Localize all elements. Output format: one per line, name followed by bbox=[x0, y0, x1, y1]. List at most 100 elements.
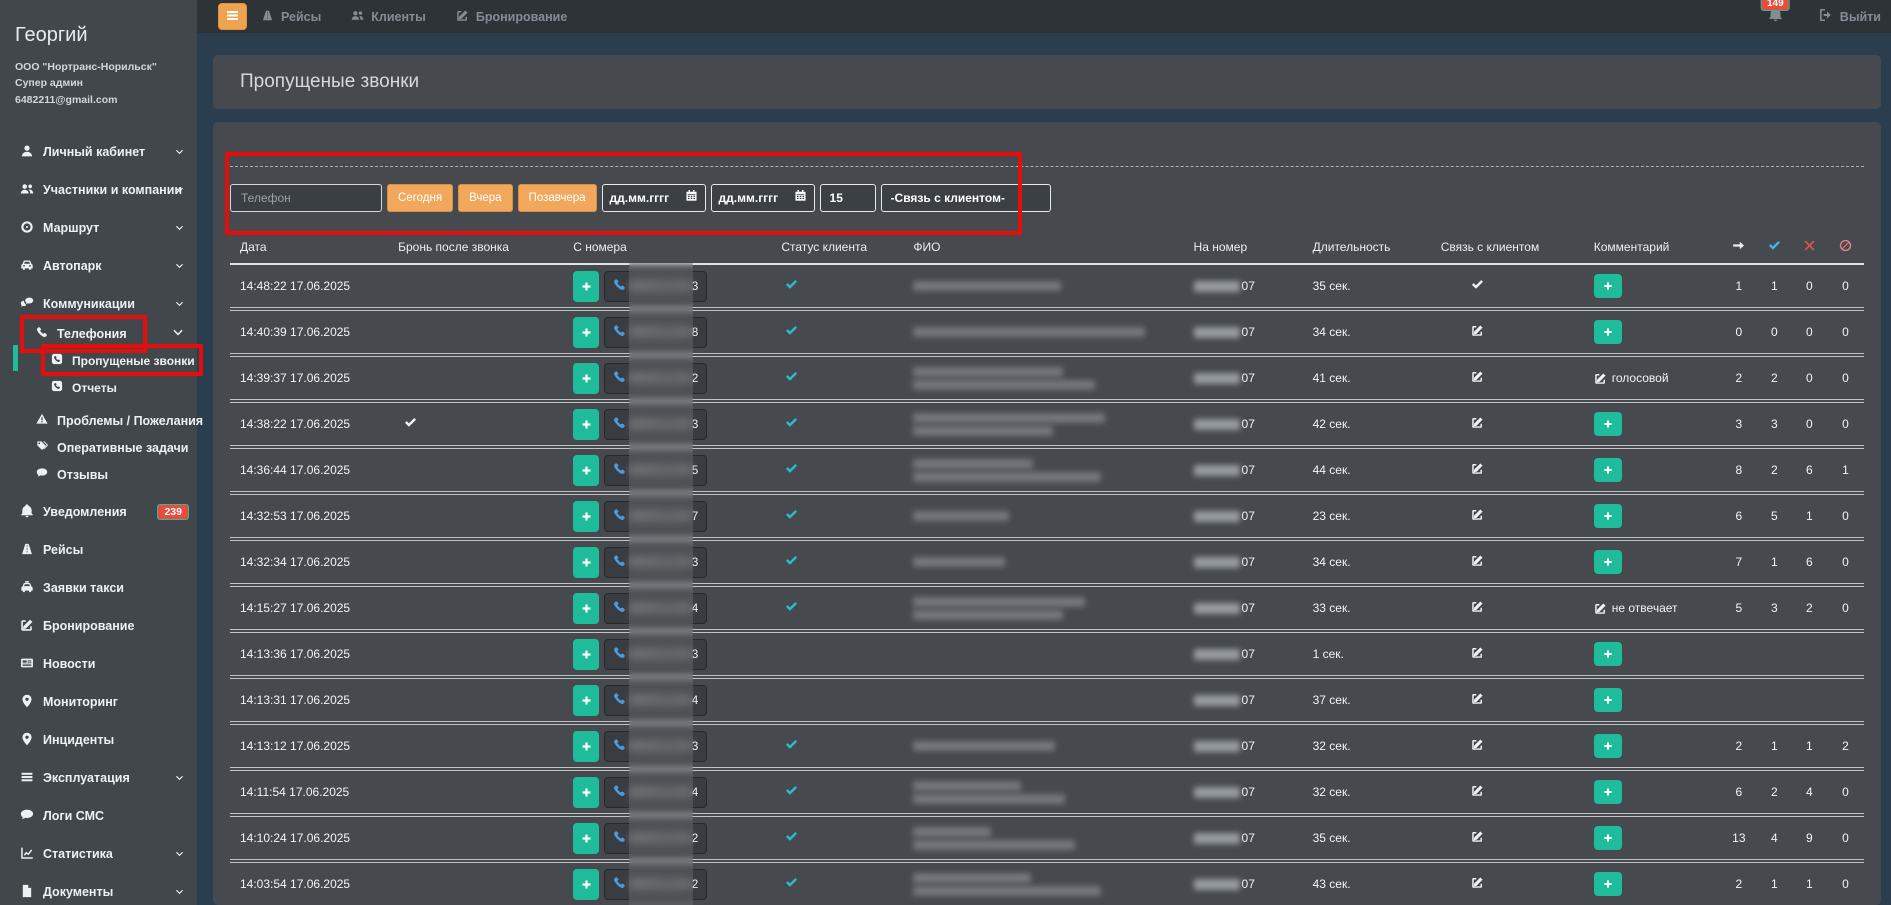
sidebar-item-operativnye-zadachi[interactable]: Оперативные задачи bbox=[0, 434, 197, 461]
caller-phone-button[interactable]: 890012343 bbox=[604, 547, 707, 578]
count-x: 6 bbox=[1792, 447, 1827, 493]
add-comment-button[interactable] bbox=[1594, 550, 1622, 574]
caller-phone-button[interactable]: 890012343 bbox=[604, 639, 707, 670]
sidebar-item-otzyvy[interactable]: Отзывы bbox=[0, 461, 197, 488]
count-arrow-right: 2 bbox=[1721, 355, 1757, 401]
add-comment-button[interactable] bbox=[1594, 780, 1622, 804]
sidebar-item-uchastniki-i-kompanii[interactable]: Участники и компании bbox=[0, 171, 197, 209]
caller-phone-button[interactable]: 890012342 bbox=[604, 823, 707, 854]
edit-icon[interactable] bbox=[1471, 462, 1484, 475]
add-client-button[interactable] bbox=[573, 547, 599, 578]
logout-button[interactable]: Выйти bbox=[1819, 8, 1881, 25]
sidebar-item-statistika[interactable]: Статистика bbox=[0, 835, 197, 873]
topbar-item-klienty[interactable]: Клиенты bbox=[351, 9, 426, 25]
caller-phone-button[interactable]: 890012343 bbox=[604, 271, 707, 302]
sidebar-item-monitoring[interactable]: Мониторинг bbox=[0, 683, 197, 721]
booking-after-call-cell bbox=[398, 355, 573, 401]
add-client-button[interactable] bbox=[573, 593, 599, 624]
sidebar-item-kommunikacii[interactable]: Коммуникации bbox=[0, 285, 197, 323]
caller-phone-button[interactable]: 890012343 bbox=[604, 409, 707, 440]
phone-filter-input[interactable] bbox=[230, 184, 382, 212]
sidebar-item-avtopark[interactable]: Автопарк bbox=[0, 247, 197, 285]
add-client-button[interactable] bbox=[573, 271, 599, 302]
edit-icon[interactable] bbox=[1471, 830, 1484, 843]
add-client-button[interactable] bbox=[573, 685, 599, 716]
sidebar-item-ekspluataciya[interactable]: Эксплуатация bbox=[0, 759, 197, 797]
add-comment-button[interactable] bbox=[1594, 274, 1622, 298]
booking-after-call-cell bbox=[398, 539, 573, 585]
caller-phone-button[interactable]: 890012345 bbox=[604, 455, 707, 486]
sidebar-item-bronirovanie[interactable]: Бронирование bbox=[0, 607, 197, 645]
sidebar-item-reysy[interactable]: Рейсы bbox=[0, 531, 197, 569]
add-client-button[interactable] bbox=[573, 823, 599, 854]
edit-icon[interactable] bbox=[1471, 416, 1484, 429]
add-client-button[interactable] bbox=[573, 501, 599, 532]
caller-phone-button[interactable]: 890012344 bbox=[604, 777, 707, 808]
add-client-button[interactable] bbox=[573, 317, 599, 348]
add-client-button[interactable] bbox=[573, 777, 599, 808]
caller-phone-button[interactable]: 890012343 bbox=[604, 731, 707, 762]
edit-icon[interactable] bbox=[1471, 876, 1484, 889]
topbar-item-bronirovanie[interactable]: Бронирование bbox=[456, 9, 567, 25]
add-comment-button[interactable] bbox=[1594, 642, 1622, 666]
today-button[interactable]: Сегодня bbox=[387, 184, 453, 212]
sidebar-item-telefoniya[interactable]: Телефония bbox=[0, 320, 197, 347]
sidebar-item-marshrut[interactable]: Маршрут bbox=[0, 209, 197, 247]
caller-phone-button[interactable]: 890012344 bbox=[604, 593, 707, 624]
add-client-button[interactable] bbox=[573, 639, 599, 670]
yesterday-button[interactable]: Вчера bbox=[458, 184, 512, 212]
edit-icon[interactable] bbox=[1471, 646, 1484, 659]
add-client-button[interactable] bbox=[573, 363, 599, 394]
client-link-select[interactable]: -Связь с клиентом- bbox=[881, 184, 1051, 212]
per-page-select[interactable]: 15 bbox=[820, 184, 876, 212]
call-datetime: 14:36:44 17.06.2025 bbox=[230, 447, 398, 493]
add-comment-button[interactable] bbox=[1594, 412, 1622, 436]
add-comment-button[interactable] bbox=[1594, 826, 1622, 850]
sidebar-item-lichnyy-kabinet[interactable]: Личный кабинет bbox=[0, 133, 197, 171]
caller-phone-button[interactable]: 890012347 bbox=[604, 501, 707, 532]
caller-phone-button[interactable]: 890012342 bbox=[604, 363, 707, 394]
edit-icon[interactable] bbox=[1471, 600, 1484, 613]
users-icon bbox=[351, 9, 364, 25]
sidebar-item-uvedomleniya[interactable]: Уведомления239 bbox=[0, 493, 197, 531]
date-from-input[interactable]: дд.мм.гггг bbox=[602, 184, 706, 212]
add-comment-button[interactable] bbox=[1594, 458, 1622, 482]
date-to-input[interactable]: дд.мм.гггг bbox=[711, 184, 815, 212]
add-client-button[interactable] bbox=[573, 455, 599, 486]
sidebar-item-dokumenty[interactable]: Документы bbox=[0, 873, 197, 905]
sidebar-item-novosti[interactable]: Новости bbox=[0, 645, 197, 683]
column-header-3: С номера bbox=[573, 231, 781, 264]
sidebar-item-logi-sms[interactable]: Логи СМС bbox=[0, 797, 197, 835]
caller-phone-button[interactable]: 890012344 bbox=[604, 685, 707, 716]
comment-text[interactable]: голосовой bbox=[1594, 371, 1721, 385]
edit-icon[interactable] bbox=[1471, 370, 1484, 383]
caller-phone-button[interactable]: 890012348 bbox=[604, 317, 707, 348]
sidebar-item-problemy-pozhelaniya[interactable]: Проблемы / Пожелания bbox=[0, 407, 197, 434]
edit-icon[interactable] bbox=[1471, 692, 1484, 705]
add-comment-button[interactable] bbox=[1594, 872, 1622, 896]
edit-icon[interactable] bbox=[1471, 554, 1484, 567]
caller-phone-button[interactable]: 890012342 bbox=[604, 869, 707, 900]
comment-text[interactable]: не отвечает bbox=[1594, 601, 1721, 615]
add-comment-button[interactable] bbox=[1594, 504, 1622, 528]
add-client-button[interactable] bbox=[573, 869, 599, 900]
edit-icon[interactable] bbox=[1471, 324, 1484, 337]
client-status-cell bbox=[781, 447, 913, 493]
client-link-cell bbox=[1441, 815, 1594, 861]
sidebar-item-zayavki-taksi[interactable]: Заявки такси bbox=[0, 569, 197, 607]
edit-icon[interactable] bbox=[1471, 738, 1484, 751]
sidebar-item-propuschenye-zvonki[interactable]: Пропущеные звонки bbox=[0, 347, 197, 374]
topbar-item-reysy[interactable]: Рейсы bbox=[261, 9, 321, 25]
add-comment-button[interactable] bbox=[1594, 688, 1622, 712]
add-client-button[interactable] bbox=[573, 409, 599, 440]
edit-icon[interactable] bbox=[1471, 508, 1484, 521]
add-client-button[interactable] bbox=[573, 731, 599, 762]
add-comment-button[interactable] bbox=[1594, 734, 1622, 758]
edit-icon[interactable] bbox=[1471, 784, 1484, 797]
add-comment-button[interactable] bbox=[1594, 320, 1622, 344]
notifications-bell-button[interactable]: 149 bbox=[1768, 7, 1783, 27]
sidebar-item-incidenty[interactable]: Инциденты bbox=[0, 721, 197, 759]
menu-toggle-button[interactable] bbox=[218, 3, 247, 30]
day-before-yesterday-button[interactable]: Позавчера bbox=[518, 184, 597, 212]
sidebar-item-otchety[interactable]: Отчеты bbox=[0, 374, 197, 401]
